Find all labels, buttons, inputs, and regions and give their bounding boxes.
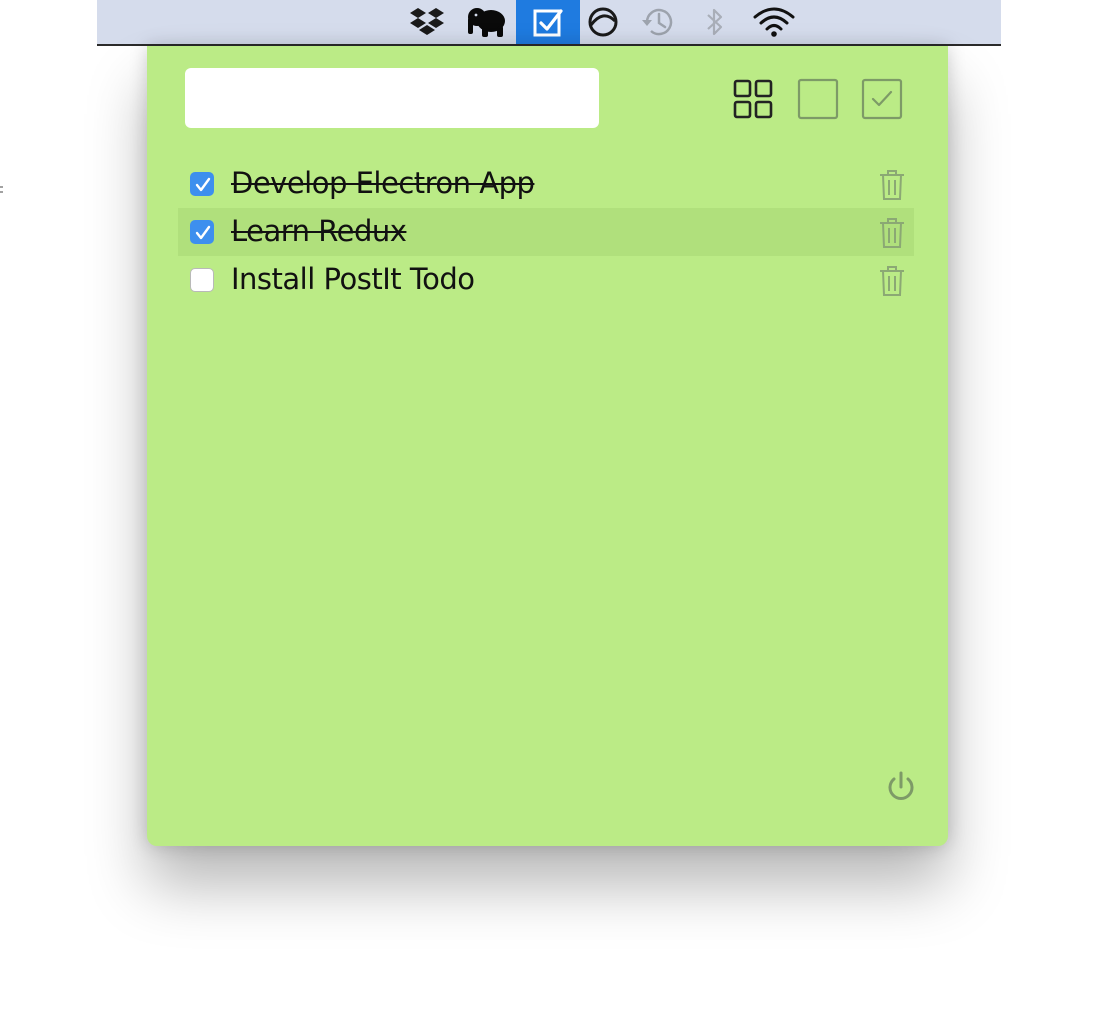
todo-popover: Develop Electron App Learn Redux Install… (147, 46, 948, 846)
evernote-elephant-icon[interactable] (459, 0, 515, 44)
todo-checkbox[interactable] (190, 220, 214, 244)
checkmark-icon (195, 225, 211, 240)
trash-icon[interactable] (878, 170, 906, 200)
checkmark-icon (195, 177, 211, 192)
checked-square-icon (861, 78, 903, 120)
filter-active-button[interactable] (797, 78, 839, 120)
empty-square-icon (797, 78, 839, 120)
postit-todo-checkbox-icon[interactable] (516, 0, 580, 44)
todo-text[interactable]: Learn Redux (231, 214, 407, 248)
todo-checkbox[interactable] (190, 268, 214, 292)
new-todo-input[interactable] (185, 68, 599, 128)
edge-mark (0, 186, 3, 193)
trash-icon[interactable] (878, 218, 906, 248)
filter-all-button[interactable] (732, 78, 774, 120)
wifi-icon[interactable] (746, 0, 802, 44)
power-icon[interactable] (885, 770, 917, 804)
trash-icon[interactable] (878, 266, 906, 296)
dropbox-icon[interactable] (399, 0, 455, 44)
filter-completed-button[interactable] (861, 78, 903, 120)
todo-item[interactable]: Install PostIt Todo (178, 256, 914, 304)
menu-bar (97, 0, 1001, 46)
todo-checkbox[interactable] (190, 172, 214, 196)
todo-text[interactable]: Install PostIt Todo (231, 262, 475, 296)
todo-text[interactable]: Develop Electron App (231, 166, 535, 200)
sync-circle-icon[interactable] (575, 0, 631, 44)
todo-list: Develop Electron App Learn Redux Install… (178, 160, 914, 304)
time-machine-icon[interactable] (629, 0, 685, 44)
grid-icon (733, 79, 773, 119)
todo-item[interactable]: Learn Redux (178, 208, 914, 256)
screen: Develop Electron App Learn Redux Install… (0, 0, 1094, 1020)
bluetooth-icon[interactable] (687, 0, 743, 44)
todo-item[interactable]: Develop Electron App (178, 160, 914, 208)
